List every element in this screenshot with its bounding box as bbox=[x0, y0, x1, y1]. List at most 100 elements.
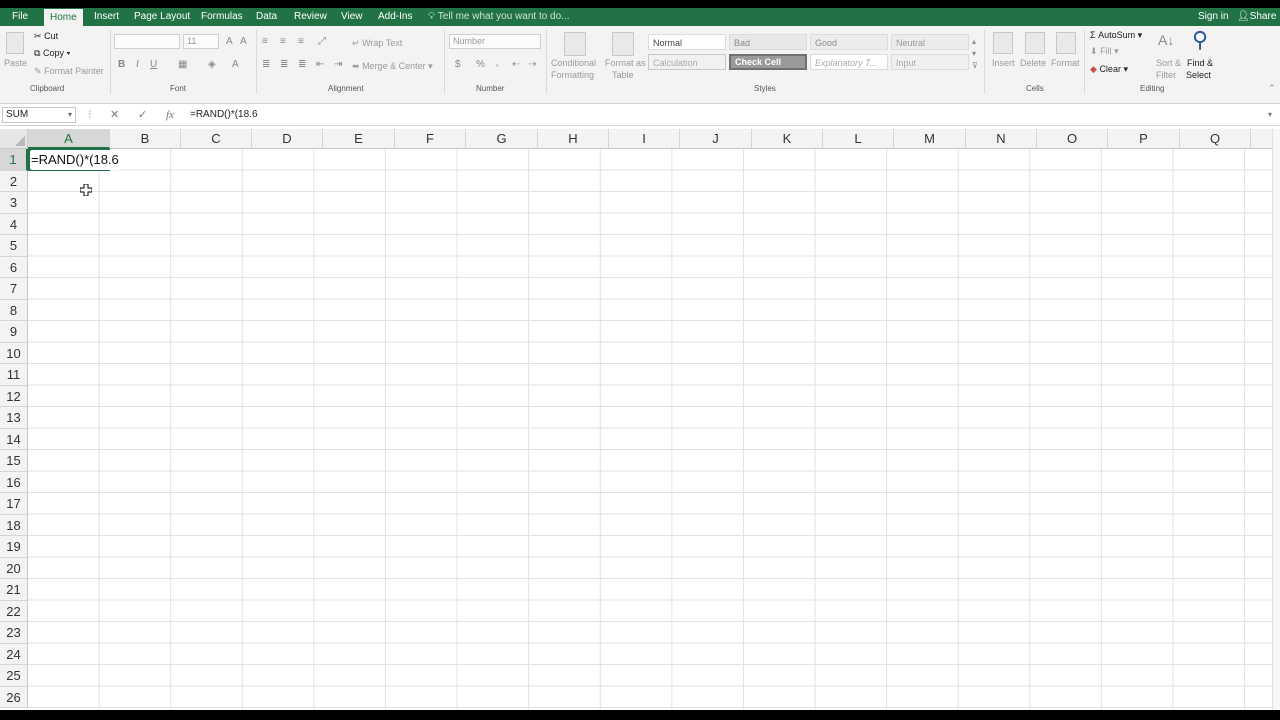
style-normal[interactable]: Normal bbox=[648, 34, 726, 50]
column-header-q[interactable]: Q bbox=[1180, 129, 1251, 149]
column-header-e[interactable]: E bbox=[323, 129, 395, 149]
style-good[interactable]: Good bbox=[810, 34, 888, 50]
vertical-scrollbar[interactable] bbox=[1272, 129, 1280, 710]
insert-cells-button[interactable]: Insert bbox=[992, 58, 1015, 68]
paste-button[interactable]: Paste bbox=[4, 58, 27, 68]
row-header-21[interactable]: 21 bbox=[0, 579, 28, 601]
copy-button[interactable]: ⧉ Copy ▾ bbox=[34, 48, 70, 59]
row-header-12[interactable]: 12 bbox=[0, 385, 28, 407]
row-header-17[interactable]: 17 bbox=[0, 493, 28, 515]
style-check-cell[interactable]: Check Cell bbox=[729, 54, 807, 70]
percent-button[interactable]: % bbox=[476, 59, 485, 71]
borders-icon[interactable]: ▦ bbox=[178, 59, 187, 71]
align-left-icon[interactable]: ≣ bbox=[262, 59, 270, 71]
style-input[interactable]: Input bbox=[891, 54, 969, 70]
column-header-k[interactable]: K bbox=[752, 129, 823, 149]
style-calculation[interactable]: Calculation bbox=[648, 54, 726, 70]
column-header-l[interactable]: L bbox=[823, 129, 894, 149]
column-header-b[interactable]: B bbox=[110, 129, 181, 149]
column-header-c[interactable]: C bbox=[181, 129, 252, 149]
row-header-16[interactable]: 16 bbox=[0, 471, 28, 493]
cancel-icon[interactable]: ✕ bbox=[110, 107, 119, 123]
row-header-13[interactable]: 13 bbox=[0, 407, 28, 429]
font-name-box[interactable] bbox=[114, 34, 180, 49]
column-header-i[interactable]: I bbox=[609, 129, 680, 149]
row-header-20[interactable]: 20 bbox=[0, 557, 28, 579]
tab-view[interactable]: View bbox=[335, 8, 369, 26]
row-header-5[interactable]: 5 bbox=[0, 235, 28, 257]
tab-file[interactable]: File bbox=[6, 8, 34, 26]
column-header-a[interactable]: A bbox=[28, 129, 110, 149]
comma-style-icon[interactable]: ⸴ bbox=[496, 59, 499, 71]
styles-scroll-icon[interactable]: ▴ ▾ ⊽ bbox=[972, 36, 978, 72]
tab-home[interactable]: Home bbox=[44, 9, 83, 26]
row-header-23[interactable]: 23 bbox=[0, 622, 28, 644]
tab-page-layout[interactable]: Page Layout bbox=[128, 8, 196, 26]
grow-font-icon[interactable]: A bbox=[226, 36, 233, 48]
worksheet-grid[interactable]: A B C D E F G H I J K L M N O P Q 1 2 3 … bbox=[0, 129, 1280, 710]
enter-icon[interactable]: ✓ bbox=[138, 107, 147, 123]
column-header-m[interactable]: M bbox=[894, 129, 966, 149]
italic-button[interactable]: I bbox=[136, 59, 139, 71]
align-center-icon[interactable]: ≣ bbox=[280, 59, 288, 71]
fill-color-icon[interactable]: ◈ bbox=[208, 59, 216, 71]
format-cells-button[interactable]: Format bbox=[1051, 58, 1080, 68]
bold-button[interactable]: B bbox=[118, 59, 125, 71]
insert-function-icon[interactable]: fx bbox=[166, 107, 174, 123]
style-bad[interactable]: Bad bbox=[729, 34, 807, 50]
number-format-box[interactable]: Number bbox=[449, 34, 541, 49]
style-explanatory[interactable]: Explanatory T... bbox=[810, 54, 888, 70]
style-neutral[interactable]: Neutral bbox=[891, 34, 969, 50]
cut-button[interactable]: ✂︎ Cut bbox=[34, 31, 58, 42]
row-header-24[interactable]: 24 bbox=[0, 643, 28, 665]
column-header-g[interactable]: G bbox=[466, 129, 538, 149]
row-header-26[interactable]: 26 bbox=[0, 686, 28, 708]
font-color-icon[interactable]: A bbox=[232, 59, 239, 71]
row-header-6[interactable]: 6 bbox=[0, 256, 28, 278]
row-header-11[interactable]: 11 bbox=[0, 364, 28, 386]
tab-insert[interactable]: Insert bbox=[88, 8, 125, 26]
select-all-button[interactable] bbox=[0, 129, 28, 149]
row-header-18[interactable]: 18 bbox=[0, 514, 28, 536]
column-header-h[interactable]: H bbox=[538, 129, 609, 149]
row-header-14[interactable]: 14 bbox=[0, 428, 28, 450]
sort-filter-button[interactable]: Sort & bbox=[1156, 58, 1181, 68]
decrease-indent-icon[interactable]: ⇤ bbox=[316, 59, 324, 71]
row-header-8[interactable]: 8 bbox=[0, 299, 28, 321]
find-select-button[interactable]: Find & bbox=[1187, 58, 1213, 68]
format-as-table-button[interactable]: Format as bbox=[605, 58, 646, 68]
fill-button[interactable]: ⬇︎ Fill ▾ bbox=[1090, 46, 1119, 57]
column-header-n[interactable]: N bbox=[966, 129, 1037, 149]
tab-data[interactable]: Data bbox=[250, 8, 283, 26]
row-header-7[interactable]: 7 bbox=[0, 278, 28, 300]
tab-review[interactable]: Review bbox=[288, 8, 333, 26]
formula-input[interactable]: =RAND()*(18.6 bbox=[190, 107, 1270, 123]
wrap-text-button[interactable]: ↵ Wrap Text bbox=[352, 38, 402, 49]
underline-button[interactable]: U bbox=[150, 59, 157, 71]
row-header-9[interactable]: 9 bbox=[0, 321, 28, 343]
collapse-ribbon-icon[interactable]: ⌃ bbox=[1268, 82, 1276, 94]
font-size-box[interactable]: 11 bbox=[183, 34, 219, 49]
clear-button[interactable]: ◆ Clear ▾ bbox=[1090, 64, 1128, 75]
column-header-j[interactable]: J bbox=[680, 129, 752, 149]
chevron-down-icon[interactable]: ▾ bbox=[68, 108, 72, 122]
row-header-4[interactable]: 4 bbox=[0, 213, 28, 235]
column-a-cells[interactable] bbox=[28, 149, 109, 710]
format-painter-button[interactable]: ✎ Format Painter bbox=[34, 66, 104, 77]
increase-decimal-icon[interactable]: ⇠ bbox=[512, 59, 520, 71]
align-bottom-icon[interactable]: ≡ bbox=[298, 36, 304, 48]
row-header-1[interactable]: 1 bbox=[0, 149, 28, 171]
more-options-icon[interactable]: ⁝ bbox=[88, 107, 92, 123]
row-header-25[interactable]: 25 bbox=[0, 665, 28, 687]
expand-formula-bar-icon[interactable]: ▾ bbox=[1268, 107, 1272, 123]
conditional-formatting-button[interactable]: Conditional bbox=[551, 58, 596, 68]
currency-button[interactable]: $ bbox=[455, 59, 461, 71]
sign-in-link[interactable]: Sign in bbox=[1198, 8, 1229, 26]
autosum-button[interactable]: Σ AutoSum ▾ bbox=[1090, 30, 1142, 41]
row-header-10[interactable]: 10 bbox=[0, 342, 28, 364]
row-header-3[interactable]: 3 bbox=[0, 192, 28, 214]
increase-indent-icon[interactable]: ⇥ bbox=[334, 59, 342, 71]
merge-center-button[interactable]: ⬌ Merge & Center ▾ bbox=[352, 61, 433, 72]
decrease-decimal-icon[interactable]: ⇢ bbox=[528, 59, 536, 71]
row-header-22[interactable]: 22 bbox=[0, 600, 28, 622]
